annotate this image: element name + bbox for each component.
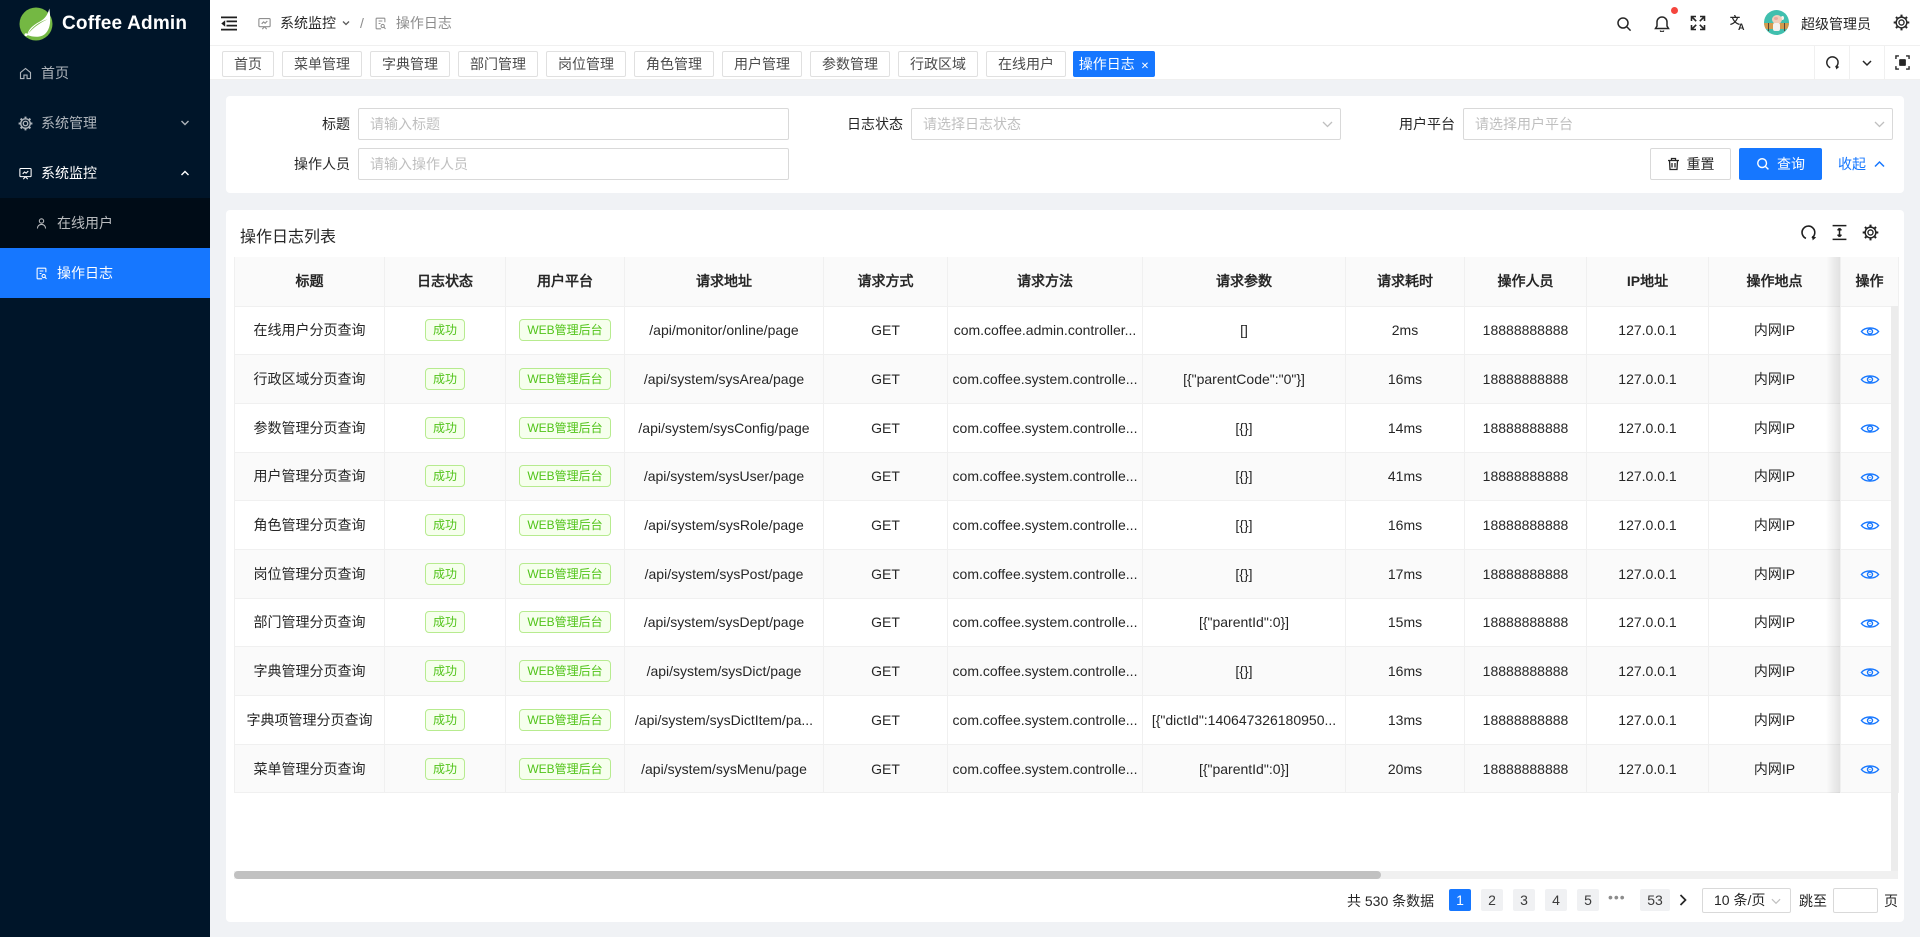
svg-text:A: A: [1738, 22, 1745, 31]
